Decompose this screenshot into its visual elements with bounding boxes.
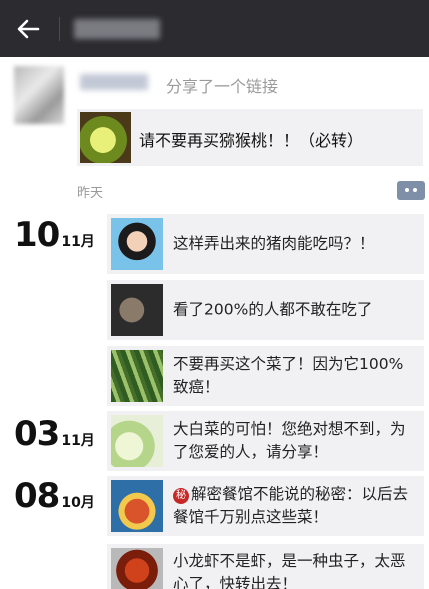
post-item[interactable]: 秘解密餐馆不能说的秘密：以后去餐馆千万别点这些菜！	[107, 476, 424, 536]
post-item[interactable]: 看了200%的人都不敢在吃了	[107, 280, 424, 340]
post-date: 08 10月	[14, 476, 95, 516]
arrow-left-icon[interactable]	[13, 14, 43, 44]
user-name-blurred[interactable]	[80, 74, 148, 90]
date-day: 10	[14, 215, 60, 255]
secret-badge-icon: 秘	[173, 488, 189, 504]
date-month: 11月	[61, 234, 95, 250]
post-text: 这样弄出来的猪肉能吃吗？！	[173, 234, 375, 253]
post-date: 03 11月	[14, 414, 95, 454]
date-day: 03	[14, 414, 60, 454]
blurred-title	[74, 19, 160, 39]
kiwi-thumbnail	[80, 112, 131, 163]
post-text: 不要再买这个菜了！因为它100%致癌！	[173, 355, 404, 396]
post-text: 看了200%的人都不敢在吃了	[173, 300, 373, 319]
post-item[interactable]: 这样弄出来的猪肉能吃吗？！	[107, 214, 424, 274]
post-text-body: 解密餐馆不能说的秘密：以后去餐馆千万别点这些菜！	[173, 485, 409, 526]
shared-link-entry: 分享了一个链接 请不要再买猕猴桃！！（必转） 昨天	[0, 57, 429, 207]
link-title: 请不要再买猕猴桃！！（必转）	[139, 131, 364, 150]
post-thumbnail	[111, 284, 163, 336]
share-action-text: 分享了一个链接	[166, 77, 279, 96]
title-divider	[59, 17, 60, 41]
post-item[interactable]: 大白菜的可怕！您绝对想不到，为了您爱的人，请分享！	[107, 411, 424, 471]
post-item[interactable]: 不要再买这个菜了！因为它100%致癌！	[107, 346, 424, 406]
post-item[interactable]: 小龙虾不是虾，是一种虫子，太恶心了，快转出去！	[107, 544, 424, 589]
date-month: 11月	[61, 433, 95, 449]
timestamp: 昨天	[77, 186, 104, 201]
post-thumbnail	[111, 415, 163, 467]
comment-dots-icon[interactable]	[397, 181, 425, 200]
post-thumbnail	[111, 548, 163, 589]
post-thumbnail	[111, 218, 163, 270]
post-text: 秘解密餐馆不能说的秘密：以后去餐馆千万别点这些菜！	[173, 483, 418, 529]
date-month: 10月	[61, 495, 95, 511]
avatar[interactable]	[14, 66, 64, 124]
post-thumbnail	[111, 350, 163, 402]
post-text: 大白菜的可怕！您绝对想不到，为了您爱的人，请分享！	[173, 420, 406, 461]
shared-link-card[interactable]: 请不要再买猕猴桃！！（必转）	[77, 109, 423, 166]
post-thumbnail	[111, 480, 163, 532]
post-text: 小龙虾不是虾，是一种虫子，太恶心了，快转出去！	[173, 552, 406, 589]
top-bar	[0, 0, 429, 57]
post-date: 10 11月	[14, 215, 95, 255]
date-day: 08	[14, 476, 60, 516]
